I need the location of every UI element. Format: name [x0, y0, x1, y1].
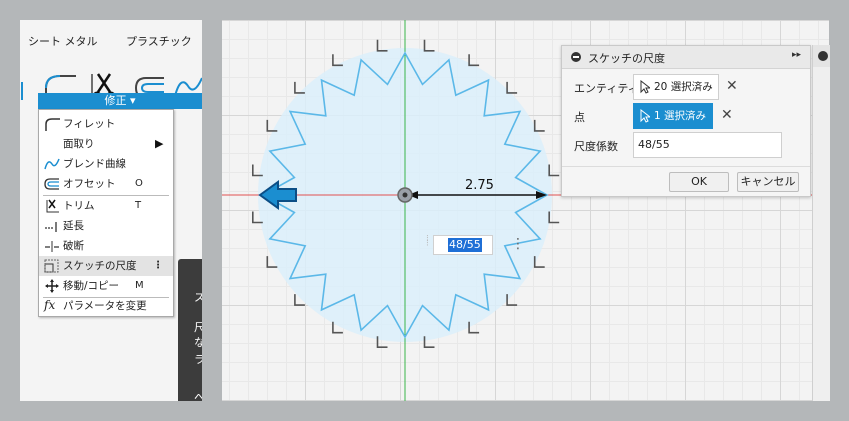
- menu-item-label: オフセット: [63, 178, 116, 190]
- menu-item-label: ブレンド曲線: [63, 158, 126, 170]
- menu-item-label: スケッチの尺度: [63, 260, 137, 272]
- dialog-footer: OK キャンセル: [562, 166, 810, 197]
- menu-item-break[interactable]: 破断: [39, 236, 173, 256]
- scale-factor-label: 尺度係数: [574, 140, 618, 153]
- ok-button[interactable]: OK: [669, 172, 729, 192]
- tooltip-fragment: ス 尺 な ラ へ: [178, 259, 202, 401]
- clear-entity-selection-icon[interactable]: ✕: [726, 78, 738, 94]
- point-label: 点: [574, 111, 585, 124]
- menu-item-shortcut: T: [135, 200, 142, 211]
- menu-item-offset[interactable]: オフセット O: [39, 174, 173, 194]
- sketch-scale-icon: [44, 259, 59, 273]
- menu-item-move-copy[interactable]: 移動/コピー M: [39, 276, 173, 296]
- menu-item-label: フィレット: [63, 118, 116, 130]
- menu-item-shortcut: M: [135, 280, 144, 291]
- collapse-icon[interactable]: [571, 52, 581, 62]
- coincident-constraint-icon: [376, 39, 388, 52]
- browser-panel-edge: [812, 45, 830, 401]
- menu-item-label: 延長: [63, 220, 84, 232]
- base-point-center: [402, 192, 408, 198]
- tooltip-text: な: [194, 336, 202, 349]
- coincident-constraint-icon: [423, 39, 435, 52]
- scale-factor-input[interactable]: 48/55: [633, 132, 782, 158]
- menu-item-label: 移動/コピー: [63, 280, 120, 292]
- point-selection-button[interactable]: 1 選択済み: [633, 103, 714, 129]
- dialog-title: スケッチの尺度: [588, 52, 665, 65]
- menu-item-chamfer[interactable]: 面取り ▶: [39, 134, 173, 154]
- menu-item-blend-curve[interactable]: ブレンド曲線: [39, 154, 173, 174]
- entity-selection-button[interactable]: 20 選択済み: [633, 74, 719, 100]
- trim-icon: [46, 199, 59, 213]
- tooltip-text: 尺: [194, 321, 202, 334]
- tooltip-text: ラ: [194, 353, 202, 366]
- drag-grip-icon[interactable]: ⁝ ⁝: [426, 235, 432, 253]
- menu-item-shortcut: O: [135, 178, 143, 189]
- more-options-icon[interactable]: ⋮: [153, 256, 163, 276]
- menu-item-label: パラメータを変更: [63, 300, 147, 312]
- offset-icon: [44, 178, 59, 190]
- coincident-constraint-icon: [548, 164, 560, 177]
- menu-item-label: トリム: [63, 200, 95, 212]
- fx-icon: fx: [44, 298, 56, 312]
- collapse-icon[interactable]: [818, 51, 828, 61]
- submenu-arrow-icon: ▶: [155, 137, 164, 150]
- cancel-button[interactable]: キャンセル: [737, 172, 799, 192]
- point-selection-count: 1 選択済み: [654, 110, 707, 122]
- browser-panel-header: [813, 45, 830, 67]
- modify-menu: フィレット 面取り ▶ ブレンド曲線 オフセット O トリム T 延長 破断 ス…: [38, 109, 174, 317]
- clear-point-selection-icon[interactable]: ✕: [721, 107, 733, 123]
- extend-icon: [45, 222, 57, 232]
- cursor-icon: [640, 80, 650, 94]
- menu-item-extend[interactable]: 延長: [39, 216, 173, 236]
- menu-item-sketch-scale[interactable]: スケッチの尺度 ⋮: [39, 256, 173, 276]
- menu-item-fillet[interactable]: フィレット: [39, 114, 173, 134]
- tab-plastic[interactable]: プラスチック: [126, 33, 192, 49]
- entity-label: エンティティ: [574, 82, 639, 95]
- menu-item-change-parameters[interactable]: fx パラメータを変更: [39, 296, 173, 316]
- tab-sheet-metal[interactable]: シート メタル: [28, 33, 98, 49]
- scale-factor-inline-input[interactable]: 48/55: [433, 235, 493, 255]
- menu-item-trim[interactable]: トリム T: [39, 196, 173, 216]
- fillet-icon: [45, 118, 60, 131]
- dimension-value[interactable]: 2.75: [465, 178, 494, 193]
- break-icon: [45, 241, 59, 252]
- inline-options-icon[interactable]: ⋮: [511, 237, 525, 251]
- entity-selection-count: 20 選択済み: [654, 81, 713, 93]
- menu-item-label: 破断: [63, 240, 84, 252]
- ribbon-panel: シート メタル プラスチック 修正 ▾ フィレット 面取り ▶ ブレンド曲線 オ…: [20, 20, 202, 401]
- cursor-icon: [640, 109, 650, 123]
- move-copy-icon: [45, 279, 59, 293]
- menu-item-label: 面取り: [63, 138, 95, 150]
- blend-curve-icon: [44, 158, 60, 170]
- tooltip-text: ス: [194, 291, 202, 304]
- tooltip-text: へ: [194, 391, 202, 401]
- sketch-scale-dialog: スケッチの尺度 ▸▸ エンティティ 20 選択済み ✕ 点 1 選択済み ✕ 尺…: [561, 45, 811, 197]
- line-tool-icon[interactable]: [20, 70, 34, 110]
- expand-icon[interactable]: ▸▸: [792, 50, 801, 60]
- scale-factor-inline-value[interactable]: 48/55: [448, 238, 482, 252]
- dialog-header[interactable]: スケッチの尺度 ▸▸: [562, 46, 810, 69]
- modify-dropdown-button[interactable]: 修正 ▾: [38, 93, 202, 109]
